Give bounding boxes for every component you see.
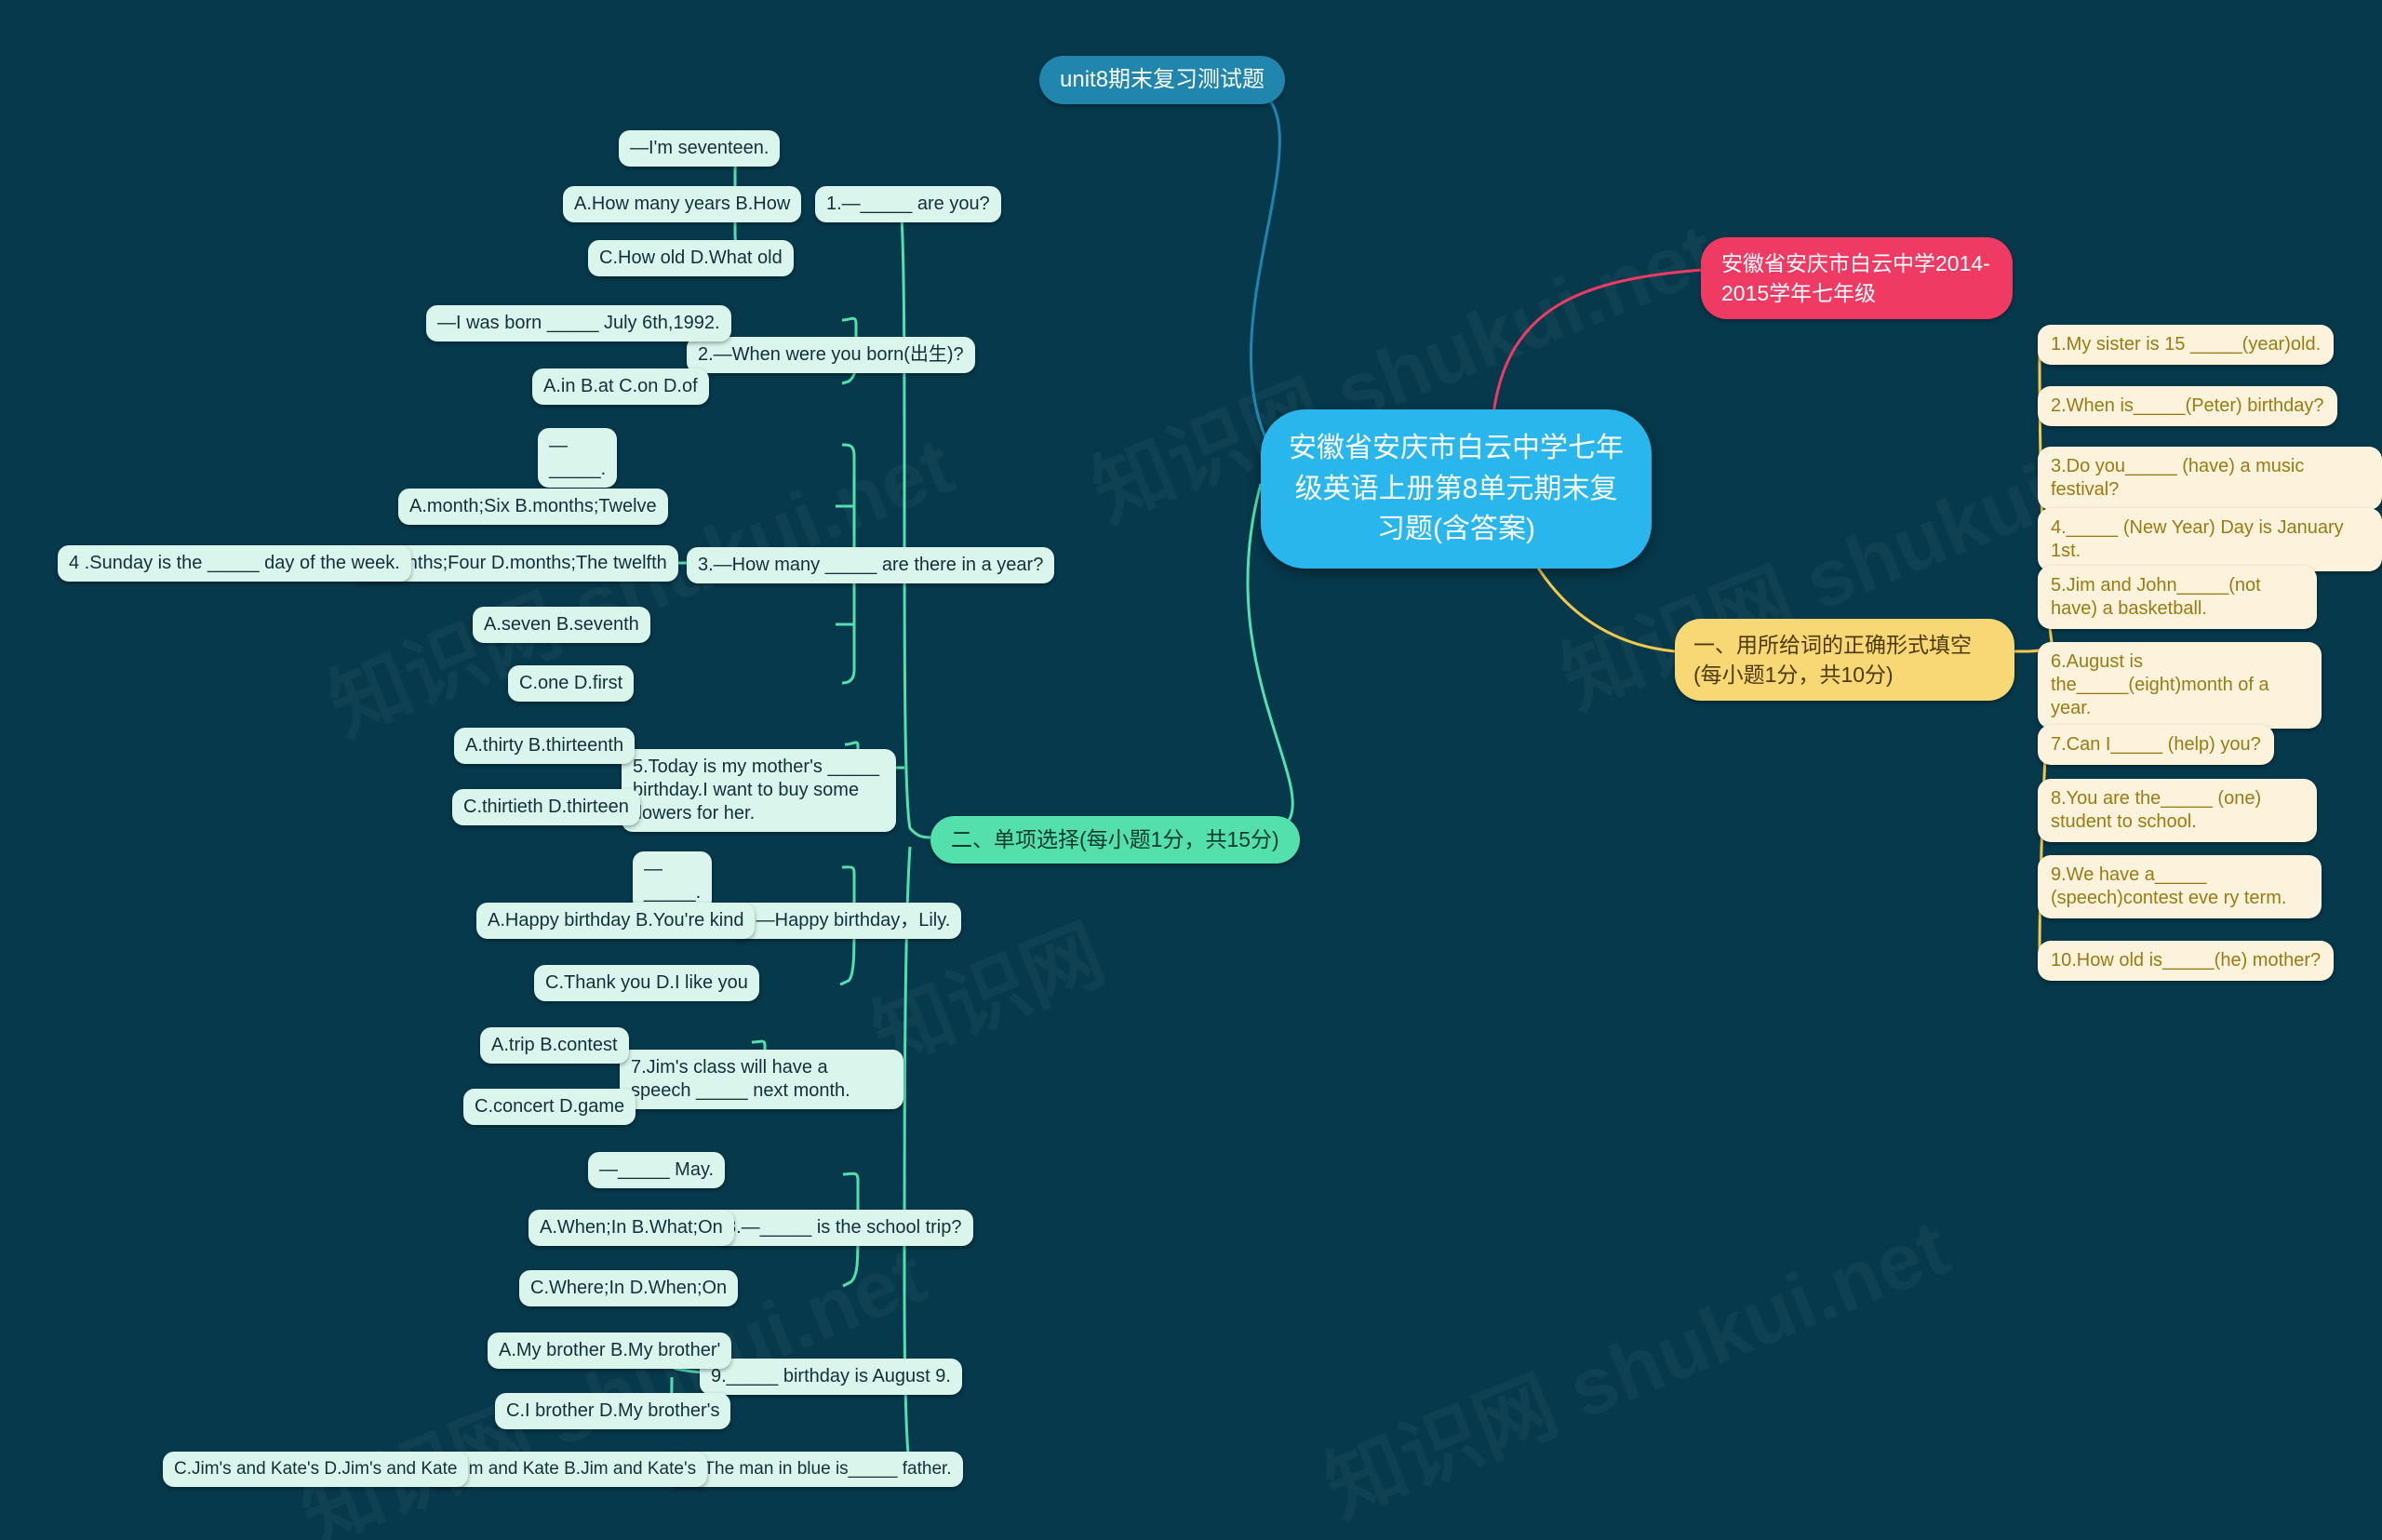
fill-blank-item-6[interactable]: 6.August is the_____(eight)month of a ye… bbox=[2038, 642, 2322, 729]
mc-answer-text: —_____ May. bbox=[599, 1159, 715, 1180]
fill-blank-item-3[interactable]: 3.Do you_____ (have) a music festival? bbox=[2038, 447, 2382, 510]
mc-question-5[interactable]: 5.Today is my mother's _____ birthday.I … bbox=[622, 749, 896, 832]
fill-blank-text: 3.Do you_____ (have) a music festival? bbox=[2051, 456, 2309, 500]
fill-blank-item-7[interactable]: 7.Can I_____ (help) you? bbox=[2038, 725, 2274, 765]
mc-answer-text: —I was born _____ July 6th,1992. bbox=[437, 313, 720, 333]
fill-blank-item-2[interactable]: 2.When is_____(Peter) birthday? bbox=[2038, 386, 2337, 426]
mc-options-6-cd[interactable]: C.Thank you D.I like you bbox=[534, 965, 759, 1001]
fill-blank-text: 4._____ (New Year) Day is January 1st. bbox=[2051, 517, 2349, 561]
fill-blank-item-9[interactable]: 9.We have a_____ (speech)contest eve ry … bbox=[2038, 855, 2322, 918]
mc-question-3[interactable]: 3.—How many _____ are there in a year? bbox=[687, 547, 1055, 583]
mc-option-text: C.concert D.game bbox=[475, 1096, 625, 1117]
branch-unit-title[interactable]: unit8期末复习测试题 bbox=[1039, 56, 1286, 104]
mc-question-9[interactable]: 9._____ birthday is August 9. bbox=[700, 1359, 962, 1395]
connector-layer bbox=[383, 82, 2058, 1470]
mc-option-text: A.month;Six B.months;Twelve bbox=[409, 496, 657, 516]
mc-options-1-ab[interactable]: A.How many years B.How bbox=[563, 186, 802, 222]
mc-question-10[interactable]: 10.The man in blue is_____ father. bbox=[668, 1452, 963, 1487]
root-label: 安徽省安庆市白云中学七年级英语上册第8单元期末复习题(含答案) bbox=[1289, 433, 1624, 544]
mc-option-text: C.I brother D.My brother's bbox=[506, 1400, 720, 1421]
mc-option-text: C.Thank you D.I like you bbox=[545, 972, 748, 993]
mc-answer-text: —I'm seventeen. bbox=[630, 138, 769, 158]
mc-options-1-cd[interactable]: C.How old D.What old bbox=[588, 240, 794, 276]
watermark: 知识网 shukui.net bbox=[1305, 1183, 1963, 1539]
mc-option-text: A.How many years B.How bbox=[574, 194, 791, 214]
mc-question-2[interactable]: 2.—When were you born(出生)? bbox=[687, 337, 975, 373]
mc-answer-3[interactable]: —_____. bbox=[538, 428, 617, 488]
mc-option-text: C.thirtieth D.thirteen bbox=[463, 797, 629, 817]
mc-answer-2[interactable]: —I was born _____ July 6th,1992. bbox=[426, 305, 731, 341]
mc-question-7[interactable]: 7.Jim's class will have a speech _____ n… bbox=[620, 1050, 903, 1109]
mc-options-2-ab[interactable]: A.in B.at C.on D.of bbox=[532, 368, 709, 405]
fill-blank-text: 9.We have a_____ (speech)contest eve ry … bbox=[2051, 864, 2287, 908]
mc-options-5-cd[interactable]: C.thirtieth D.thirteen bbox=[452, 789, 640, 825]
mc-options-3-ab[interactable]: A.month;Six B.months;Twelve bbox=[398, 489, 668, 525]
branch-school-year[interactable]: 安徽省安庆市白云中学2014-2015学年七年级 bbox=[1701, 237, 2013, 320]
mc-options-8-cd[interactable]: C.Where;In D.When;On bbox=[519, 1270, 739, 1306]
branch-section-one[interactable]: 一、用所给词的正确形式填空(每小题1分，共10分) bbox=[1675, 619, 2014, 702]
fill-blank-text: 2.When is_____(Peter) birthday? bbox=[2051, 395, 2324, 416]
fill-blank-text: 7.Can I_____ (help) you? bbox=[2051, 734, 2261, 755]
fill-blank-item-5[interactable]: 5.Jim and John_____(not have) a basketba… bbox=[2038, 566, 2317, 629]
mc-option-text: C.Where;In D.When;On bbox=[530, 1278, 728, 1298]
mc-option-text: A.thirty B.thirteenth bbox=[465, 735, 624, 756]
mc-options-9-ab[interactable]: A.My brother B.My brother' bbox=[488, 1332, 732, 1369]
mc-options-7-ab[interactable]: A.trip B.contest bbox=[480, 1027, 629, 1064]
mc-option-text: C.one D.first bbox=[519, 673, 623, 693]
mc-question-6[interactable]: 6.—Happy birthday，Lily. bbox=[729, 903, 962, 939]
fill-blank-text: 6.August is the_____(eight)month of a ye… bbox=[2051, 651, 2275, 718]
branch-section-two[interactable]: 二、单项选择(每小题1分，共15分) bbox=[930, 816, 1300, 864]
mc-options-6-ab[interactable]: A.Happy birthday B.You're kind bbox=[476, 903, 756, 939]
mc-question-text: 2.—When were you born(出生)? bbox=[698, 344, 964, 365]
mc-options-8-ab[interactable]: A.When;In B.What;On bbox=[529, 1210, 734, 1246]
mc-option-text: C.Jim's and Kate's D.Jim's and Kate bbox=[174, 1459, 458, 1479]
fill-blank-item-10[interactable]: 10.How old is_____(he) mother? bbox=[2038, 941, 2335, 981]
fill-blank-item-1[interactable]: 1.My sister is 15 _____(year)old. bbox=[2038, 325, 2335, 365]
mc-answer-8[interactable]: —_____ May. bbox=[588, 1152, 726, 1188]
mc-answer-text: —_____. bbox=[549, 435, 607, 479]
mc-answer-text: —_____. bbox=[644, 859, 702, 903]
mc-option-text: A.trip B.contest bbox=[491, 1035, 618, 1055]
fill-blank-item-8[interactable]: 8.You are the_____ (one) student to scho… bbox=[2038, 779, 2317, 842]
branch-unit-title-label: unit8期末复习测试题 bbox=[1060, 67, 1265, 92]
root-node[interactable]: 安徽省安庆市白云中学七年级英语上册第8单元期末复习题(含答案) bbox=[1261, 409, 1652, 569]
mc-question-text: 10.The man in blue is_____ father. bbox=[679, 1459, 952, 1479]
mc-option-text: A.Jim and Kate B.Jim and Kate's bbox=[439, 1459, 697, 1479]
mc-options-5-ab[interactable]: A.thirty B.thirteenth bbox=[454, 728, 636, 764]
mc-option-text: A.seven B.seventh bbox=[484, 614, 639, 635]
mc-options-10-cd[interactable]: C.Jim's and Kate's D.Jim's and Kate bbox=[163, 1452, 469, 1487]
branch-section-one-label: 一、用所给词的正确形式填空(每小题1分，共10分) bbox=[1693, 633, 1972, 688]
fill-blank-text: 1.My sister is 15 _____(year)old. bbox=[2051, 334, 2322, 355]
mc-question-text: 8.—_____ is the school trip? bbox=[726, 1217, 962, 1238]
mc-option-text: A.When;In B.What;On bbox=[540, 1217, 723, 1238]
mc-options-9-cd[interactable]: C.I brother D.My brother's bbox=[495, 1393, 731, 1429]
mc-options-3-extra-cd[interactable]: C.one D.first bbox=[508, 665, 635, 702]
mindmap-canvas: 知识网 shukui.net 知识网 shukui.net 知识网 shukui… bbox=[0, 0, 2382, 1540]
mc-question-1[interactable]: 1.—_____ are you? bbox=[815, 186, 1001, 222]
mc-question-text: 5.Today is my mother's _____ birthday.I … bbox=[633, 757, 885, 824]
mc-question-text: 4 .Sunday is the _____ day of the week. bbox=[69, 553, 400, 573]
mc-options-7-cd[interactable]: C.concert D.game bbox=[463, 1089, 636, 1125]
mc-question-text: 1.—_____ are you? bbox=[826, 194, 990, 214]
branch-school-year-label: 安徽省安庆市白云中学2014-2015学年七年级 bbox=[1721, 251, 1990, 306]
mc-question-8[interactable]: 8.—_____ is the school trip? bbox=[715, 1210, 973, 1246]
fill-blank-text: 10.How old is_____(he) mother? bbox=[2051, 950, 2322, 971]
mc-question-text: 9._____ birthday is August 9. bbox=[711, 1366, 951, 1386]
fill-blank-text: 8.You are the_____ (one) student to scho… bbox=[2051, 788, 2267, 832]
mc-option-text: A.My brother B.My brother' bbox=[499, 1340, 721, 1360]
mc-question-text: 6.—Happy birthday，Lily. bbox=[741, 910, 951, 931]
mc-option-text: C.How old D.What old bbox=[599, 248, 783, 268]
mc-option-text: A.in B.at C.on D.of bbox=[543, 376, 698, 396]
fill-blank-text: 5.Jim and John_____(not have) a basketba… bbox=[2051, 575, 2267, 619]
fill-blank-item-4[interactable]: 4._____ (New Year) Day is January 1st. bbox=[2038, 508, 2382, 571]
mc-question-4[interactable]: 4 .Sunday is the _____ day of the week. bbox=[58, 545, 411, 582]
mc-option-text: A.Happy birthday B.You're kind bbox=[488, 910, 744, 931]
mc-options-3-extra-ab[interactable]: A.seven B.seventh bbox=[473, 607, 650, 643]
mc-options-10-ab[interactable]: A.Jim and Kate B.Jim and Kate's bbox=[428, 1452, 708, 1487]
mc-answer-1[interactable]: —I'm seventeen. bbox=[619, 130, 781, 167]
branch-section-two-label: 二、单项选择(每小题1分，共15分) bbox=[951, 827, 1279, 851]
mc-question-text: 7.Jim's class will have a speech _____ n… bbox=[631, 1057, 850, 1101]
mc-question-text: 3.—How many _____ are there in a year? bbox=[698, 555, 1044, 575]
